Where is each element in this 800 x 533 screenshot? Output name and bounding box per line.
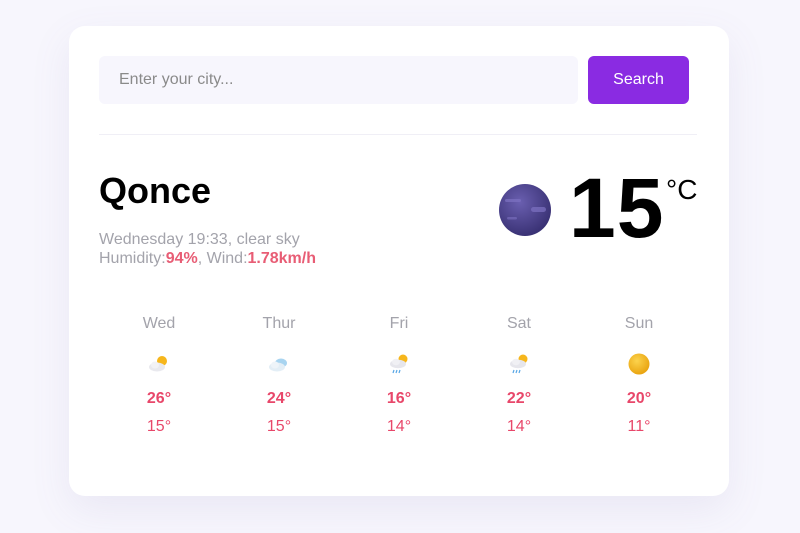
forecast-day-sat: Sat 22° 14° [459,314,579,437]
current-temperature: 15 [569,161,665,255]
forecast-high: 16° [386,390,412,407]
city-name: Qonce [99,170,212,211]
forecast-low: 15° [146,418,172,435]
search-button[interactable]: Search [588,56,689,104]
weather-details: Wednesday 19:33, clear sky Humidity:94%,… [99,230,316,268]
humidity-value: 94% [165,250,198,267]
forecast-day-name: Sat [506,315,531,332]
forecast-day-wed: Wed 26° 15° [99,314,219,437]
forecast-high: 24° [266,390,292,407]
forecast-day-thur: Thur 24° 15° [219,314,339,437]
forecast-day-name: Fri [389,315,409,332]
forecast-low: 11° [627,418,651,435]
forecast-low: 14° [386,418,412,435]
humidity-label: Humidity: [99,250,166,267]
forecast-day-fri: Fri 16° 14° [339,314,459,437]
weather-description: Wednesday 19:33, clear sky [99,231,300,248]
temperature-unit: °C [666,174,698,205]
forecast-day-name: Wed [142,315,176,332]
sunny-icon [628,353,650,375]
wind-value: 1.78km/h [247,250,316,267]
forecast-day-sun: Sun 20° 11° [579,314,699,437]
forecast-high: 20° [626,390,652,407]
forecast-day-name: Thur [262,315,296,332]
cloudy-icon [269,358,287,372]
moon-clear-night-icon [499,184,551,236]
separator: , [197,250,207,267]
city-search-input[interactable] [99,56,578,104]
sun-cloud-rain-icon [390,354,408,374]
sun-cloud-rain-icon [510,354,528,374]
forecast-low: 15° [266,418,292,435]
divider [99,134,697,135]
forecast-high: 22° [506,390,532,407]
wind-label: Wind: [206,250,248,267]
weather-card: Search Qonce Wednesday 19:33, clear sky … [69,26,729,496]
search-bar: Search [99,56,689,104]
forecast-high: 26° [146,390,172,407]
humidity-wind-line: Humidity:94%, Wind:1.78km/h [99,249,316,268]
forecast-day-name: Sun [624,315,654,332]
partly-cloudy-icon [149,356,167,372]
forecast-low: 14° [506,418,532,435]
